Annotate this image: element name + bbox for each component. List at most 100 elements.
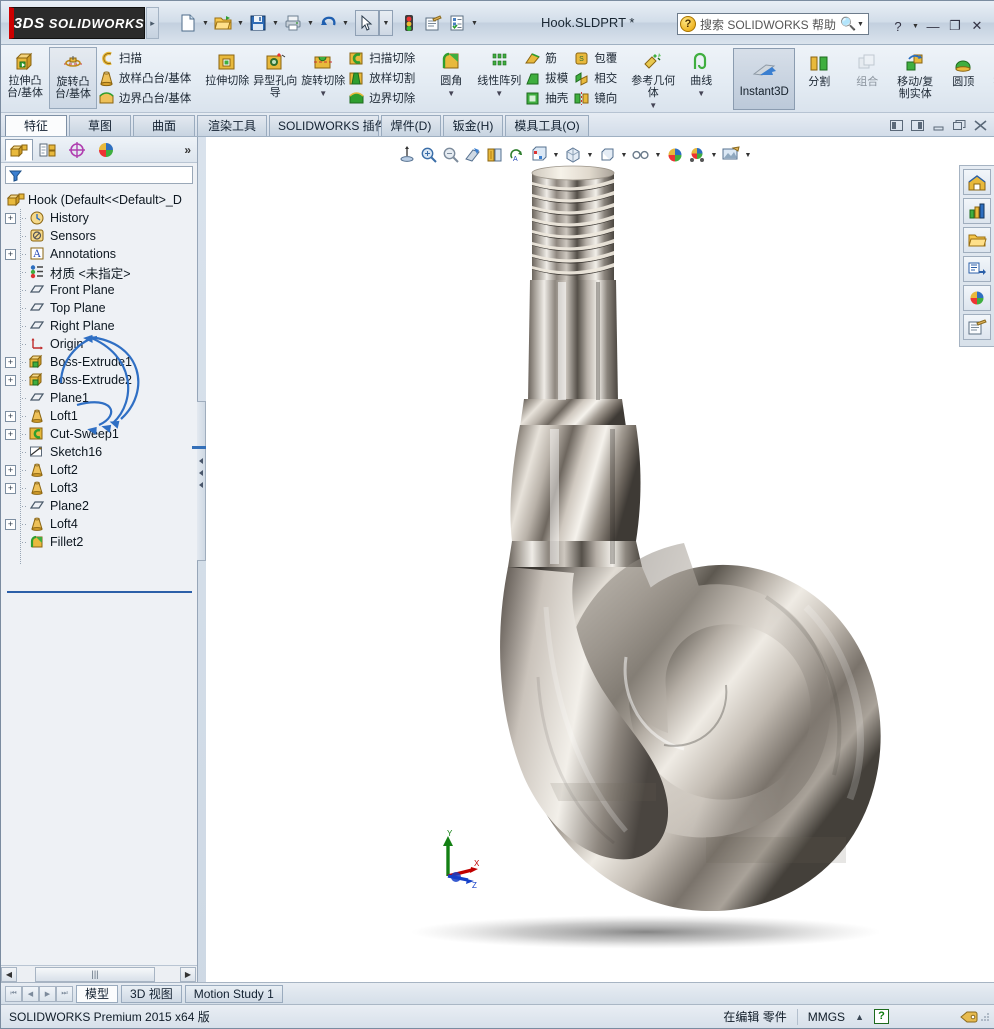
select-cursor-icon[interactable] — [355, 10, 379, 36]
print-dropdown-icon[interactable]: ▼ — [305, 10, 316, 36]
instant3d-button[interactable]: Instant3D — [733, 48, 796, 110]
options-dropdown-icon[interactable]: ▼ — [469, 10, 480, 36]
doc-maximize-button[interactable] — [951, 117, 968, 133]
resize-grip-icon[interactable] — [979, 1011, 991, 1023]
tree-item-loft1[interactable]: + ·· Loft1 — [5, 407, 197, 425]
doc-minimize-button[interactable] — [930, 117, 947, 133]
minimize-button[interactable]: — — [923, 16, 943, 36]
boundary-cut-button[interactable]: 边界切除 — [347, 88, 419, 108]
intersect-button[interactable]: 相交 — [572, 68, 621, 88]
revolve-cut-dropdown-icon[interactable]: ▼ — [299, 88, 347, 100]
tab-surfaces[interactable]: 曲面 — [133, 115, 195, 136]
linear-pattern-button[interactable]: 线性阵列 ▼ — [475, 47, 523, 109]
nav-last-button[interactable]: ⏭ — [56, 985, 73, 1002]
restore-button[interactable]: ❐ — [945, 16, 965, 36]
tree-filter-bar[interactable] — [5, 166, 193, 184]
tree-horizontal-scrollbar[interactable]: ◀ ||| ▶ — [1, 965, 197, 982]
bottom-tab-motion-study[interactable]: Motion Study 1 — [184, 984, 283, 1003]
open-document-icon[interactable] — [211, 10, 235, 36]
curves-dropdown-icon[interactable]: ▼ — [677, 88, 725, 100]
tree-item-cut-sweep1[interactable]: + ·· Cut-Sweep1 — [5, 425, 197, 443]
tree-item-material[interactable]: ·· 材质 <未指定> — [5, 263, 197, 281]
search-dropdown-icon[interactable]: ▼ — [855, 11, 866, 37]
doc-restore-right-button[interactable] — [909, 117, 926, 133]
expand-loft1-icon[interactable]: + — [5, 410, 16, 422]
tree-item-sensors[interactable]: ·· Sensors — [5, 227, 197, 245]
options-icon[interactable] — [445, 10, 469, 36]
bottom-tab-3d-views[interactable]: 3D 视图 — [121, 984, 182, 1003]
hook-3d-model[interactable] — [206, 137, 994, 982]
magnifier-icon[interactable]: 🔍 — [840, 16, 856, 32]
wrap-button[interactable]: S 包覆 — [572, 48, 621, 68]
property-manager-tab[interactable] — [34, 139, 62, 161]
scroll-right-arrow-icon[interactable]: ▶ — [180, 966, 196, 982]
doc-close-button[interactable] — [972, 117, 989, 133]
solidworks-logo[interactable]: 3DS SOLIDWORKS — [9, 7, 145, 39]
combine-button[interactable]: 组合 — [843, 48, 891, 110]
loft-boss-button[interactable]: 放样凸台/基体 — [97, 68, 195, 88]
mirror-button[interactable]: 镜向 — [572, 88, 621, 108]
move-copy-body-button[interactable]: 移动/复制实体 — [891, 48, 939, 110]
tag-icon[interactable] — [959, 1009, 979, 1025]
close-button[interactable]: ✕ — [967, 16, 987, 36]
hole-wizard-button[interactable]: 异型孔向导 — [251, 47, 299, 109]
print-icon[interactable] — [281, 10, 305, 36]
tab-weldments[interactable]: 焊件(D) — [381, 115, 441, 136]
tree-item-top-plane[interactable]: ·· Top Plane — [5, 299, 197, 317]
doc-restore-left-button[interactable] — [888, 117, 905, 133]
revolve-boss-button[interactable]: 旋转凸台/基体 — [49, 47, 97, 109]
help-button[interactable]: ? — [888, 16, 908, 36]
tree-item-boss-extrude1[interactable]: + ·· Boss-Extrude1 — [5, 353, 197, 371]
reference-geometry-button[interactable]: 参考几何体 ▼ — [629, 47, 677, 112]
extrude-cut-button[interactable]: 拉伸切除 — [203, 47, 251, 109]
units-dropdown-icon[interactable]: ▲ — [855, 1012, 864, 1022]
tree-item-loft2[interactable]: + ·· Loft2 — [5, 461, 197, 479]
display-manager-tab[interactable] — [92, 139, 120, 161]
dome-button[interactable]: 圆顶 — [939, 48, 987, 110]
feature-manager-tab[interactable] — [5, 138, 33, 161]
select-mode-dropdown-icon[interactable]: ▼ — [379, 10, 393, 36]
save-dropdown-icon[interactable]: ▼ — [270, 10, 281, 36]
split-button[interactable]: 分割 — [795, 48, 843, 110]
nav-prev-button[interactable]: ◀ — [22, 985, 39, 1002]
expand-loft3-icon[interactable]: + — [5, 482, 16, 494]
nav-next-button[interactable]: ▶ — [39, 985, 56, 1002]
boundary-boss-button[interactable]: 边界凸台/基体 — [97, 88, 195, 108]
splitter-arrow-icon[interactable] — [199, 470, 203, 476]
bottom-tab-model[interactable]: 模型 — [76, 984, 119, 1003]
manager-tabs-overflow-icon[interactable]: » — [184, 143, 191, 157]
sweep-button[interactable]: 扫描 — [97, 48, 195, 68]
tree-item-right-plane[interactable]: ·· Right Plane — [5, 317, 197, 335]
expand-cut-sweep1-icon[interactable]: + — [5, 428, 16, 440]
tab-sketch[interactable]: 草图 — [69, 115, 131, 136]
tree-item-loft4[interactable]: + ·· Loft4 — [5, 515, 197, 533]
tab-render-tools[interactable]: 渲染工具 — [197, 115, 267, 136]
tree-item-boss-extrude2[interactable]: + ·· Boss-Extrude2 — [5, 371, 197, 389]
expand-annotations-icon[interactable]: + — [5, 248, 16, 260]
expand-boss-extrude2-icon[interactable]: + — [5, 374, 16, 386]
curves-button[interactable]: 曲线 ▼ — [677, 47, 725, 109]
units-label[interactable]: MMGS — [808, 1010, 845, 1024]
expand-history-icon[interactable]: + — [5, 212, 16, 224]
reference-geometry-dropdown-icon[interactable]: ▼ — [629, 100, 677, 112]
draft-button[interactable]: 拔模 — [523, 68, 572, 88]
splitter-arrow-icon[interactable] — [199, 458, 203, 464]
file-properties-icon[interactable] — [421, 10, 445, 36]
status-help-icon[interactable]: ? — [874, 1009, 889, 1024]
rebuild-icon[interactable] — [397, 10, 421, 36]
tab-solidworks-addins[interactable]: SOLIDWORKS 插件 — [269, 115, 387, 136]
expand-loft2-icon[interactable]: + — [5, 464, 16, 476]
loft-cut-button[interactable]: 放样切割 — [347, 68, 419, 88]
help-search-box[interactable]: ? 搜索 SOLIDWORKS 帮助 🔍 ▼ — [677, 13, 869, 35]
undo-dropdown-icon[interactable]: ▼ — [340, 10, 351, 36]
panel-splitter[interactable] — [192, 401, 208, 561]
scroll-thumb[interactable]: ||| — [35, 966, 155, 982]
rib-button[interactable]: 筋 — [523, 48, 572, 68]
tree-item-plane1[interactable]: ·· Plane1 — [5, 389, 197, 407]
tree-item-sketch16[interactable]: ·· Sketch16 — [5, 443, 197, 461]
help-dropdown-icon[interactable]: ▼ — [910, 13, 921, 39]
new-document-dropdown-icon[interactable]: ▼ — [200, 10, 211, 36]
tree-root-item[interactable]: Hook (Default<<Default>_D — [5, 191, 197, 209]
tree-item-front-plane[interactable]: ·· Front Plane — [5, 281, 197, 299]
fillet-dropdown-icon[interactable]: ▼ — [427, 88, 475, 100]
